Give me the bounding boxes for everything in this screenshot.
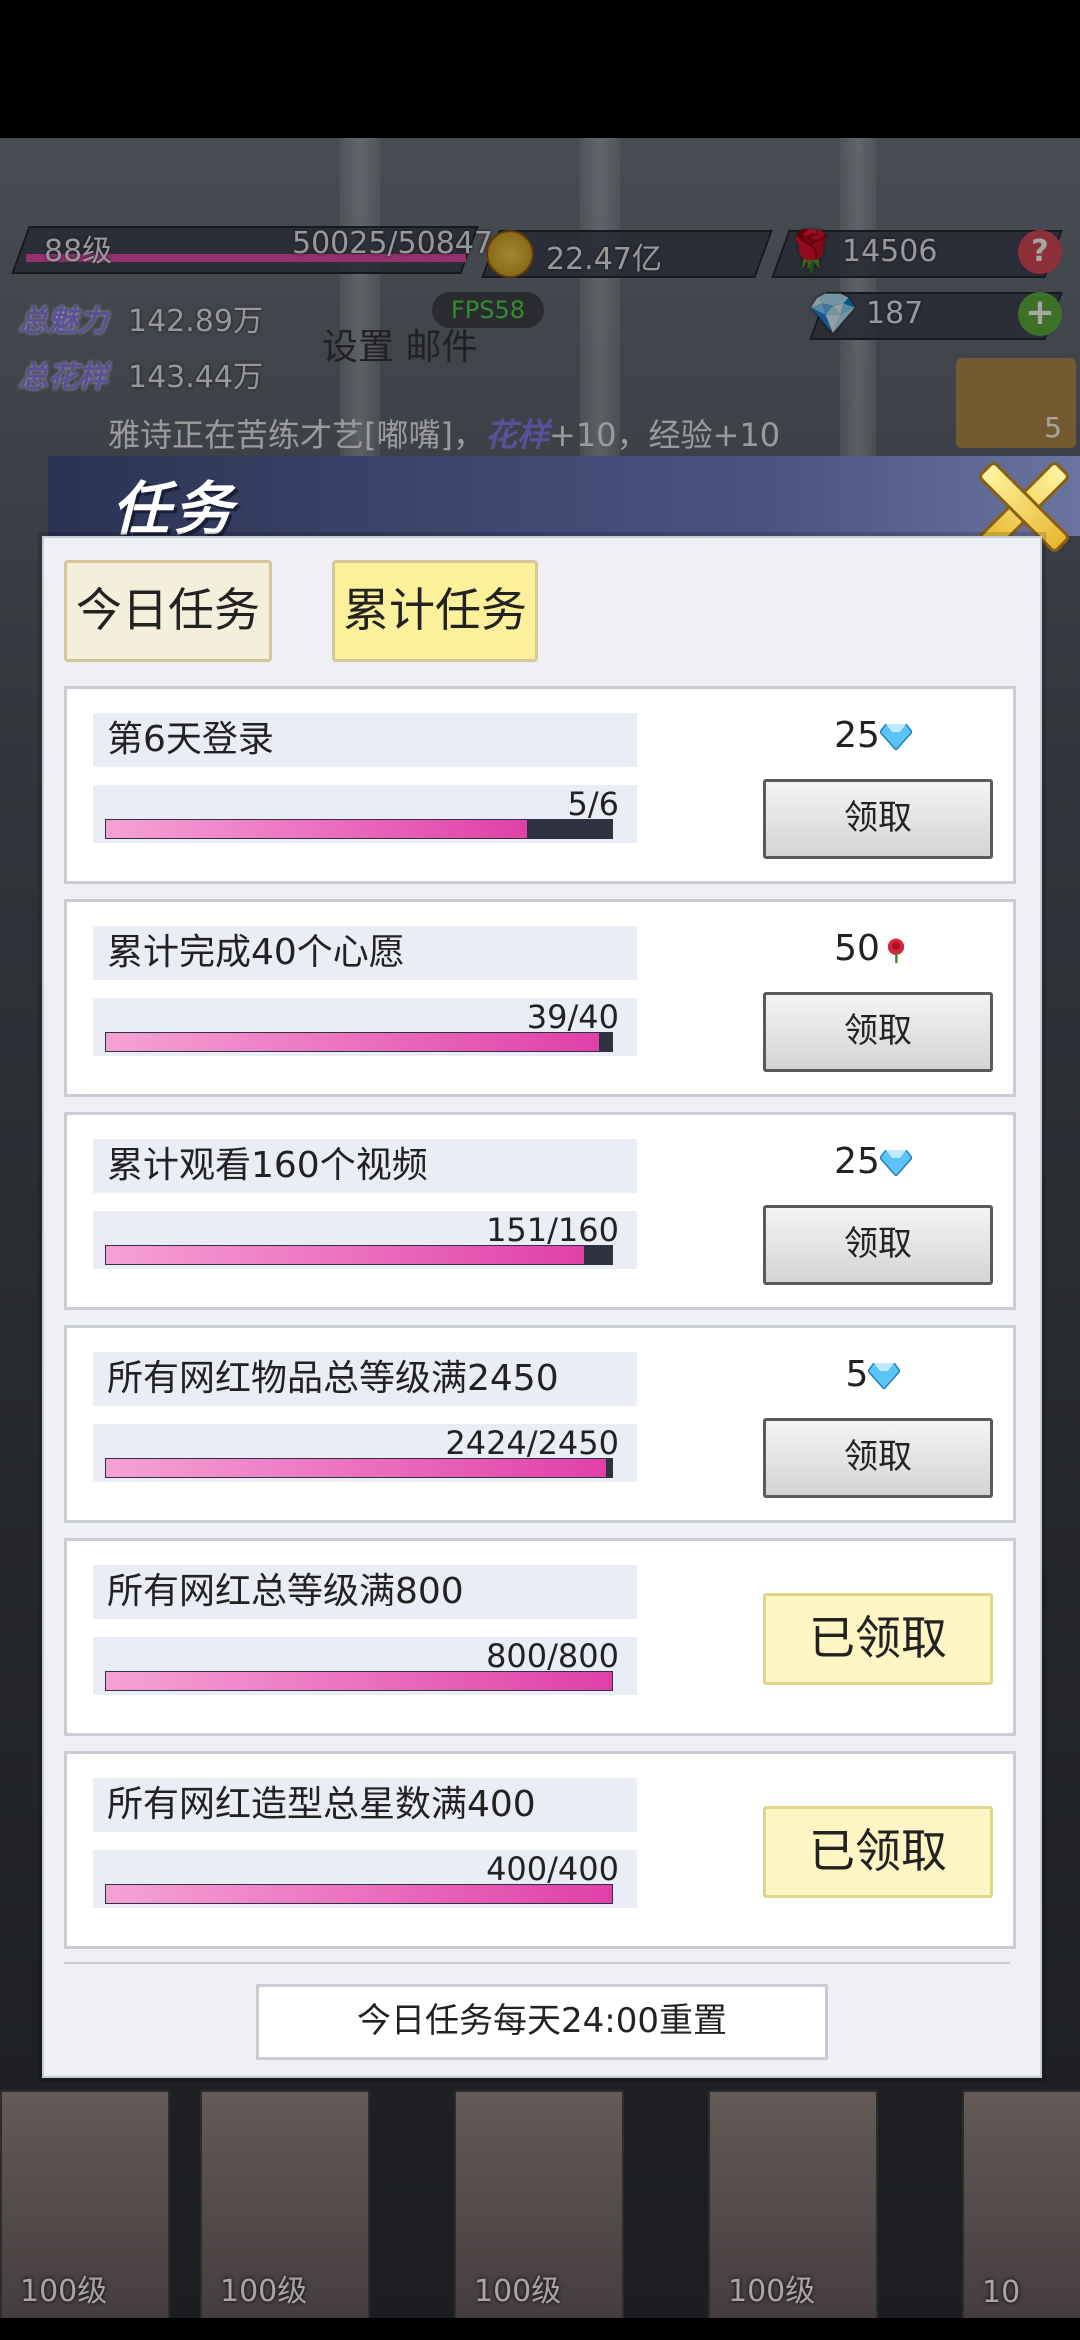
- divider: [64, 1962, 1010, 1964]
- task-progress: 5/6: [93, 785, 637, 843]
- task-name: 所有网红造型总星数满400: [93, 1778, 637, 1832]
- task-name: 累计完成40个心愿: [93, 926, 637, 980]
- progress-text: 2424/2450: [445, 1424, 619, 1462]
- page-title: 任务: [112, 475, 237, 543]
- navigation-bar: [0, 2318, 1080, 2340]
- task-card: 累计观看160个视频 151/160 25 领取: [64, 1112, 1016, 1310]
- status-bar: [0, 0, 1080, 138]
- progress-track: [105, 819, 613, 839]
- task-name: 所有网红物品总等级满2450: [93, 1352, 637, 1406]
- task-progress: 39/40: [93, 998, 637, 1056]
- progress-text: 151/160: [486, 1211, 619, 1249]
- claimed-badge: 已领取: [763, 1593, 993, 1685]
- progress-track: [105, 1032, 613, 1052]
- diamond-icon: [868, 1363, 901, 1389]
- task-reward: 50: [783, 928, 963, 969]
- task-progress: 800/800: [93, 1637, 637, 1695]
- task-card: 所有网红造型总星数满400 400/400 已领取: [64, 1751, 1016, 1949]
- progress-fill: [106, 1672, 612, 1690]
- progress-fill: [106, 1246, 584, 1264]
- task-progress: 2424/2450: [93, 1424, 637, 1482]
- progress-fill: [106, 1885, 612, 1903]
- task-card: 所有网红物品总等级满2450 2424/2450 5 领取: [64, 1325, 1016, 1523]
- task-progress: 151/160: [93, 1211, 637, 1269]
- progress-text: 5/6: [567, 785, 620, 823]
- rose-icon: [887, 938, 905, 963]
- reward-amount: 25: [834, 715, 880, 756]
- tab-cumulative-tasks[interactable]: 累计任务: [332, 560, 538, 662]
- claimed-badge: 已领取: [763, 1806, 993, 1898]
- task-card: 累计完成40个心愿 39/40 50 领取: [64, 899, 1016, 1097]
- task-card: 第6天登录 5/6 25 领取: [64, 686, 1016, 884]
- progress-text: 400/400: [486, 1850, 619, 1888]
- task-reward: 25: [783, 1141, 963, 1182]
- reward-amount: 5: [845, 1354, 869, 1395]
- task-name: 累计观看160个视频: [93, 1139, 637, 1193]
- claim-button[interactable]: 领取: [763, 992, 993, 1072]
- progress-track: [105, 1671, 613, 1691]
- progress-fill: [106, 1459, 607, 1477]
- progress-track: [105, 1245, 613, 1265]
- task-card: 所有网红总等级满800 800/800 已领取: [64, 1538, 1016, 1736]
- task-reward: 25: [783, 715, 963, 756]
- claim-button[interactable]: 领取: [763, 1418, 993, 1498]
- claim-button[interactable]: 领取: [763, 779, 993, 859]
- reset-note: 今日任务每天24:00重置: [256, 1984, 828, 2060]
- reward-amount: 25: [834, 1141, 880, 1182]
- diamond-icon: [879, 724, 912, 750]
- tab-daily-tasks[interactable]: 今日任务: [64, 560, 272, 662]
- task-progress: 400/400: [93, 1850, 637, 1908]
- progress-fill: [106, 1033, 600, 1051]
- task-name: 第6天登录: [93, 713, 637, 767]
- progress-track: [105, 1458, 613, 1478]
- reward-amount: 50: [834, 928, 880, 969]
- task-reward: 5: [783, 1354, 963, 1395]
- diamond-icon: [879, 1150, 912, 1176]
- progress-fill: [106, 820, 528, 838]
- claim-button[interactable]: 领取: [763, 1205, 993, 1285]
- progress-track: [105, 1884, 613, 1904]
- progress-text: 39/40: [526, 998, 619, 1036]
- task-name: 所有网红总等级满800: [93, 1565, 637, 1619]
- progress-text: 800/800: [486, 1637, 619, 1675]
